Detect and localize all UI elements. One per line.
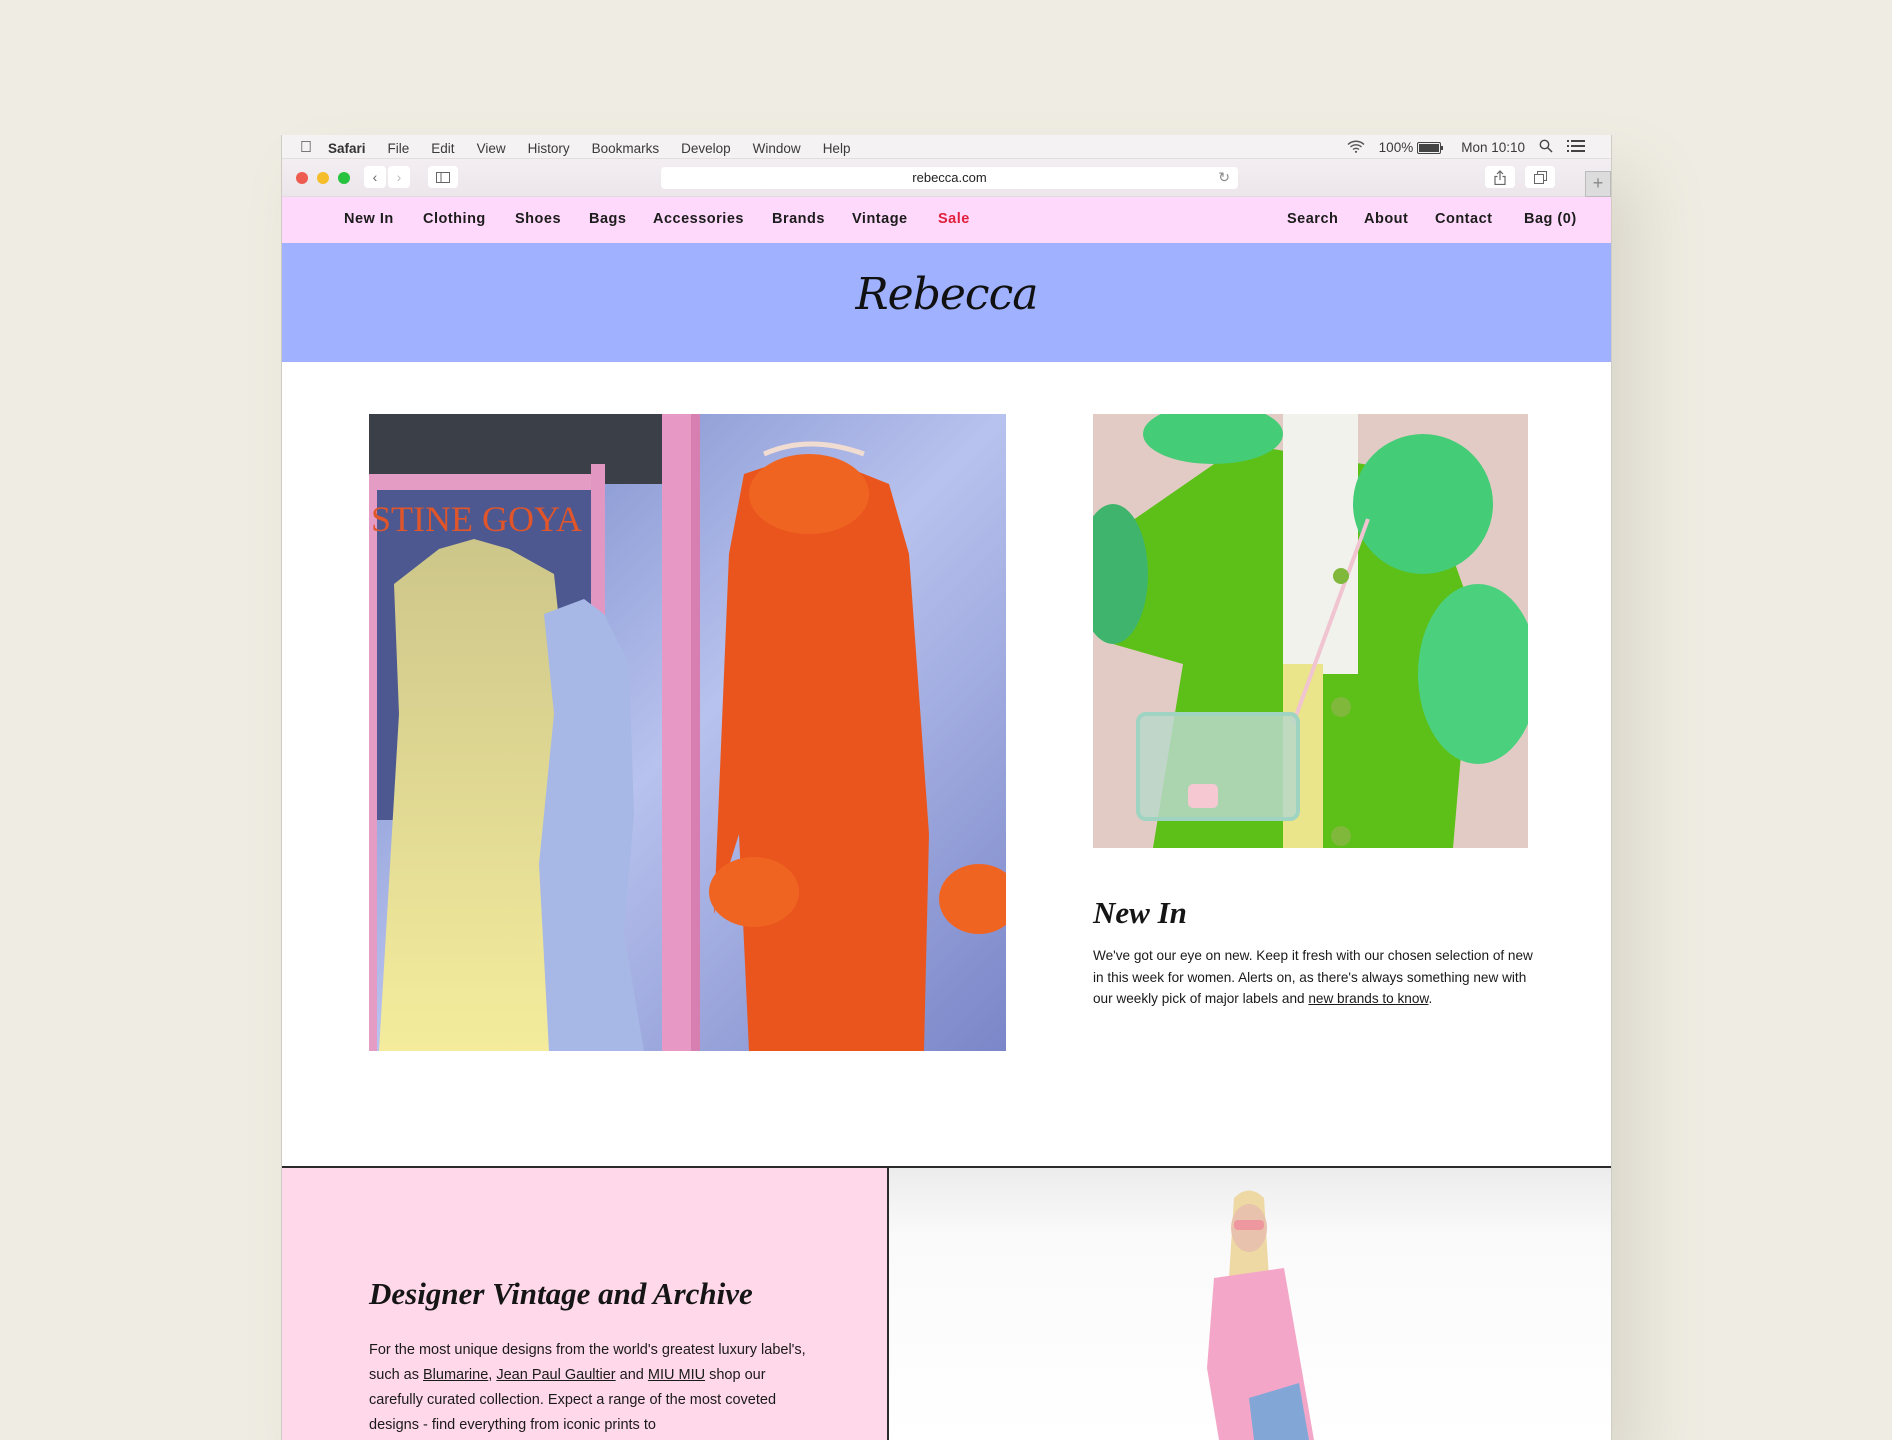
site-logo[interactable]: Rebecca [282, 269, 1611, 320]
battery-icon[interactable] [1417, 141, 1444, 154]
forward-button[interactable]: › [388, 166, 410, 188]
site-nav: New In Clothing Shoes Bags Accessories B… [282, 197, 1611, 243]
nav-shoes[interactable]: Shoes [515, 211, 561, 227]
chevron-left-icon: ‹ [372, 169, 378, 185]
vintage-model-image[interactable] [889, 1168, 1611, 1440]
share-icon [1494, 169, 1506, 185]
nav-bags[interactable]: Bags [589, 211, 626, 227]
model-illustration [1207, 1190, 1314, 1440]
battery-percent: 100% [1378, 140, 1414, 155]
brand-header: Rebecca [282, 243, 1611, 362]
miu-miu-link[interactable]: MIU MIU [648, 1367, 705, 1383]
clock[interactable]: Mon 10:10 [1461, 140, 1525, 155]
notification-center-icon[interactable] [1567, 140, 1585, 155]
zoom-window-button[interactable] [338, 172, 350, 184]
address-bar[interactable]: rebecca.com ↻ [661, 167, 1238, 189]
menu-window[interactable]: Window [753, 141, 801, 156]
sidebar-icon [436, 171, 450, 183]
url-text: rebecca.com [912, 170, 987, 185]
nav-bag[interactable]: Bag (0) [1524, 211, 1577, 227]
vintage-heading: Designer Vintage and Archive [369, 1276, 753, 1311]
browser-window:  Safari File Edit View History Bookmark… [281, 135, 1612, 1440]
menu-history[interactable]: History [528, 141, 570, 156]
menu-bookmarks[interactable]: Bookmarks [592, 141, 660, 156]
vintage-description: For the most unique designs from the wor… [369, 1338, 814, 1438]
nav-search[interactable]: Search [1287, 211, 1338, 227]
nav-sale[interactable]: Sale [938, 211, 970, 227]
wifi-icon[interactable] [1347, 140, 1365, 156]
nav-vintage[interactable]: Vintage [852, 211, 908, 227]
blumarine-link[interactable]: Blumarine [423, 1367, 488, 1383]
nav-contact[interactable]: Contact [1435, 211, 1492, 227]
menu-develop[interactable]: Develop [681, 141, 731, 156]
window-controls [296, 172, 350, 184]
mac-menubar:  Safari File Edit View History Bookmark… [282, 135, 1611, 159]
sidebar-toggle-button[interactable] [428, 166, 458, 188]
tabs-overview-button[interactable] [1525, 166, 1555, 188]
back-button[interactable]: ‹ [364, 166, 386, 188]
reload-icon[interactable]: ↻ [1218, 169, 1230, 186]
feature-image-dresses[interactable]: STINE GOYA [369, 414, 1006, 1051]
minimize-window-button[interactable] [317, 172, 329, 184]
menu-view[interactable]: View [477, 141, 506, 156]
browser-toolbar: ‹ › rebecca.com ↻ + [282, 159, 1611, 197]
chevron-right-icon: › [396, 169, 402, 185]
nav-clothing[interactable]: Clothing [423, 211, 486, 227]
jean-paul-gaultier-link[interactable]: Jean Paul Gaultier [496, 1367, 615, 1383]
spotlight-search-icon[interactable] [1539, 139, 1553, 156]
new-in-heading: New In [1093, 895, 1187, 930]
nav-about[interactable]: About [1364, 211, 1408, 227]
tabs-icon [1533, 170, 1547, 184]
plus-icon: + [1592, 173, 1604, 193]
feature-image-green-coat[interactable] [1093, 414, 1528, 848]
nav-new-in[interactable]: New In [344, 211, 394, 227]
new-in-description: We've got our eye on new. Keep it fresh … [1093, 945, 1533, 1010]
new-tab-button[interactable]: + [1585, 171, 1611, 197]
new-brands-link[interactable]: new brands to know [1308, 991, 1428, 1006]
store-sign-text: STINE GOYA [371, 499, 582, 539]
new-in-end: . [1428, 991, 1433, 1006]
green-coat-illustration [1093, 414, 1528, 848]
close-window-button[interactable] [296, 172, 308, 184]
apple-icon[interactable]:  [300, 139, 312, 157]
menu-app-name[interactable]: Safari [328, 141, 366, 156]
menu-file[interactable]: File [388, 141, 410, 156]
dresses-illustration: STINE GOYA [369, 414, 1006, 1051]
nav-accessories[interactable]: Accessories [653, 211, 744, 227]
menu-edit[interactable]: Edit [431, 141, 454, 156]
share-button[interactable] [1485, 166, 1515, 188]
vintage-sep-2: and [615, 1367, 648, 1383]
nav-brands[interactable]: Brands [772, 211, 825, 227]
menu-help[interactable]: Help [823, 141, 851, 156]
vintage-section: Designer Vintage and Archive For the mos… [282, 1168, 889, 1440]
